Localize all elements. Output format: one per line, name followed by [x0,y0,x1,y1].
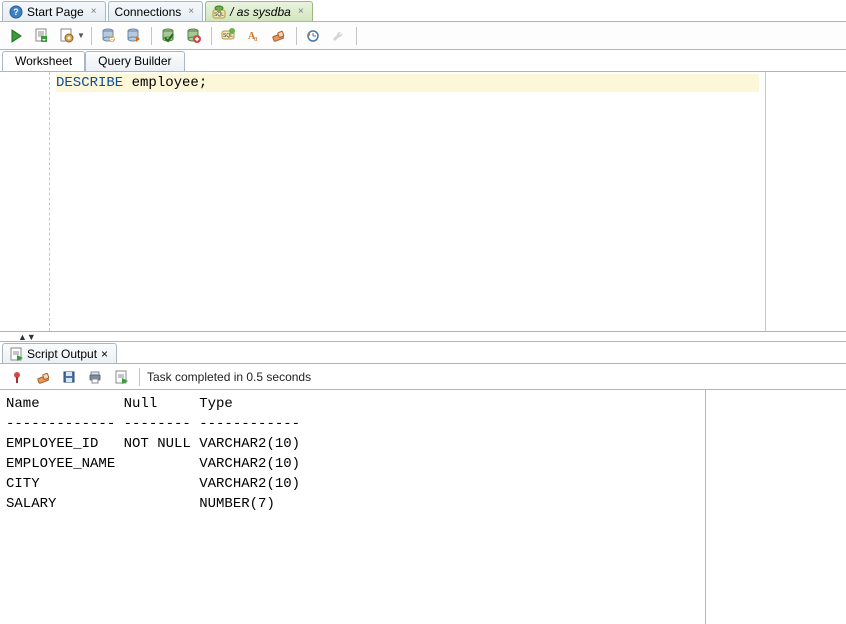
close-icon[interactable]: × [101,347,108,361]
clear-btn[interactable] [32,366,54,388]
run-btn[interactable] [6,25,28,47]
commit-btn[interactable] [98,25,120,47]
script-output-text[interactable]: Name Null Type ------------- -------- --… [0,390,706,624]
run-script-btn[interactable] [31,25,53,47]
separator [211,27,212,45]
sheet-green-icon [9,347,23,361]
tab-start-page[interactable]: Start Page × [2,1,106,21]
subtab-query-builder[interactable]: Query Builder [85,51,184,71]
history-btn[interactable] [303,25,325,47]
subtab-bar: Worksheet Query Builder [0,50,846,72]
editor-area: DESCRIBE employee; [0,72,846,332]
output-toolbar: Task completed in 0.5 seconds [0,364,846,390]
output-tab-label: Script Output [27,347,97,361]
results-btn[interactable] [110,366,132,388]
tab-sysdba[interactable]: / as sysdba × [205,1,313,21]
print-btn[interactable] [84,366,106,388]
close-icon[interactable]: × [91,6,97,17]
wrench-btn[interactable] [328,25,350,47]
save-btn[interactable] [58,366,80,388]
sql-editor[interactable]: DESCRIBE employee; [50,72,766,331]
help-circle-icon [9,5,23,19]
wizard-btn[interactable]: ▼ [56,25,85,47]
db-check-btn[interactable] [158,25,180,47]
separator [151,27,152,45]
rollback-btn[interactable] [123,25,145,47]
result-area: Name Null Type ------------- -------- --… [0,390,846,624]
tab-label: / as sysdba [230,5,291,19]
db-plus-btn[interactable] [183,25,205,47]
subtab-label: Worksheet [15,54,72,68]
editor-margin [766,72,846,331]
subtab-label: Query Builder [98,54,171,68]
output-tab-bar: Script Output × [0,342,846,364]
editor-gutter [0,72,50,331]
close-icon[interactable]: × [298,6,304,17]
sql-db-icon [212,5,226,19]
pin-btn[interactable] [6,366,28,388]
tab-label: Start Page [27,5,84,19]
separator [139,368,140,386]
subtab-worksheet[interactable]: Worksheet [2,51,85,71]
tab-label: Connections [115,5,182,19]
separator [296,27,297,45]
case-btn[interactable] [243,25,265,47]
tab-script-output[interactable]: Script Output × [2,343,117,363]
eraser-btn[interactable] [268,25,290,47]
sql-rest: employee; [123,75,207,91]
worksheet-toolbar: ▼ [0,22,846,50]
tab-connections[interactable]: Connections × [108,1,204,21]
sql-keyword: DESCRIBE [56,75,123,91]
separator [91,27,92,45]
splitter-handle[interactable]: ▲▼ [0,332,846,342]
result-margin [706,390,846,624]
main-tab-bar: Start Page × Connections × / as sysdba × [0,0,846,22]
status-text: Task completed in 0.5 seconds [147,370,311,384]
sql-btn[interactable] [218,25,240,47]
separator [356,27,357,45]
close-icon[interactable]: × [188,6,194,17]
